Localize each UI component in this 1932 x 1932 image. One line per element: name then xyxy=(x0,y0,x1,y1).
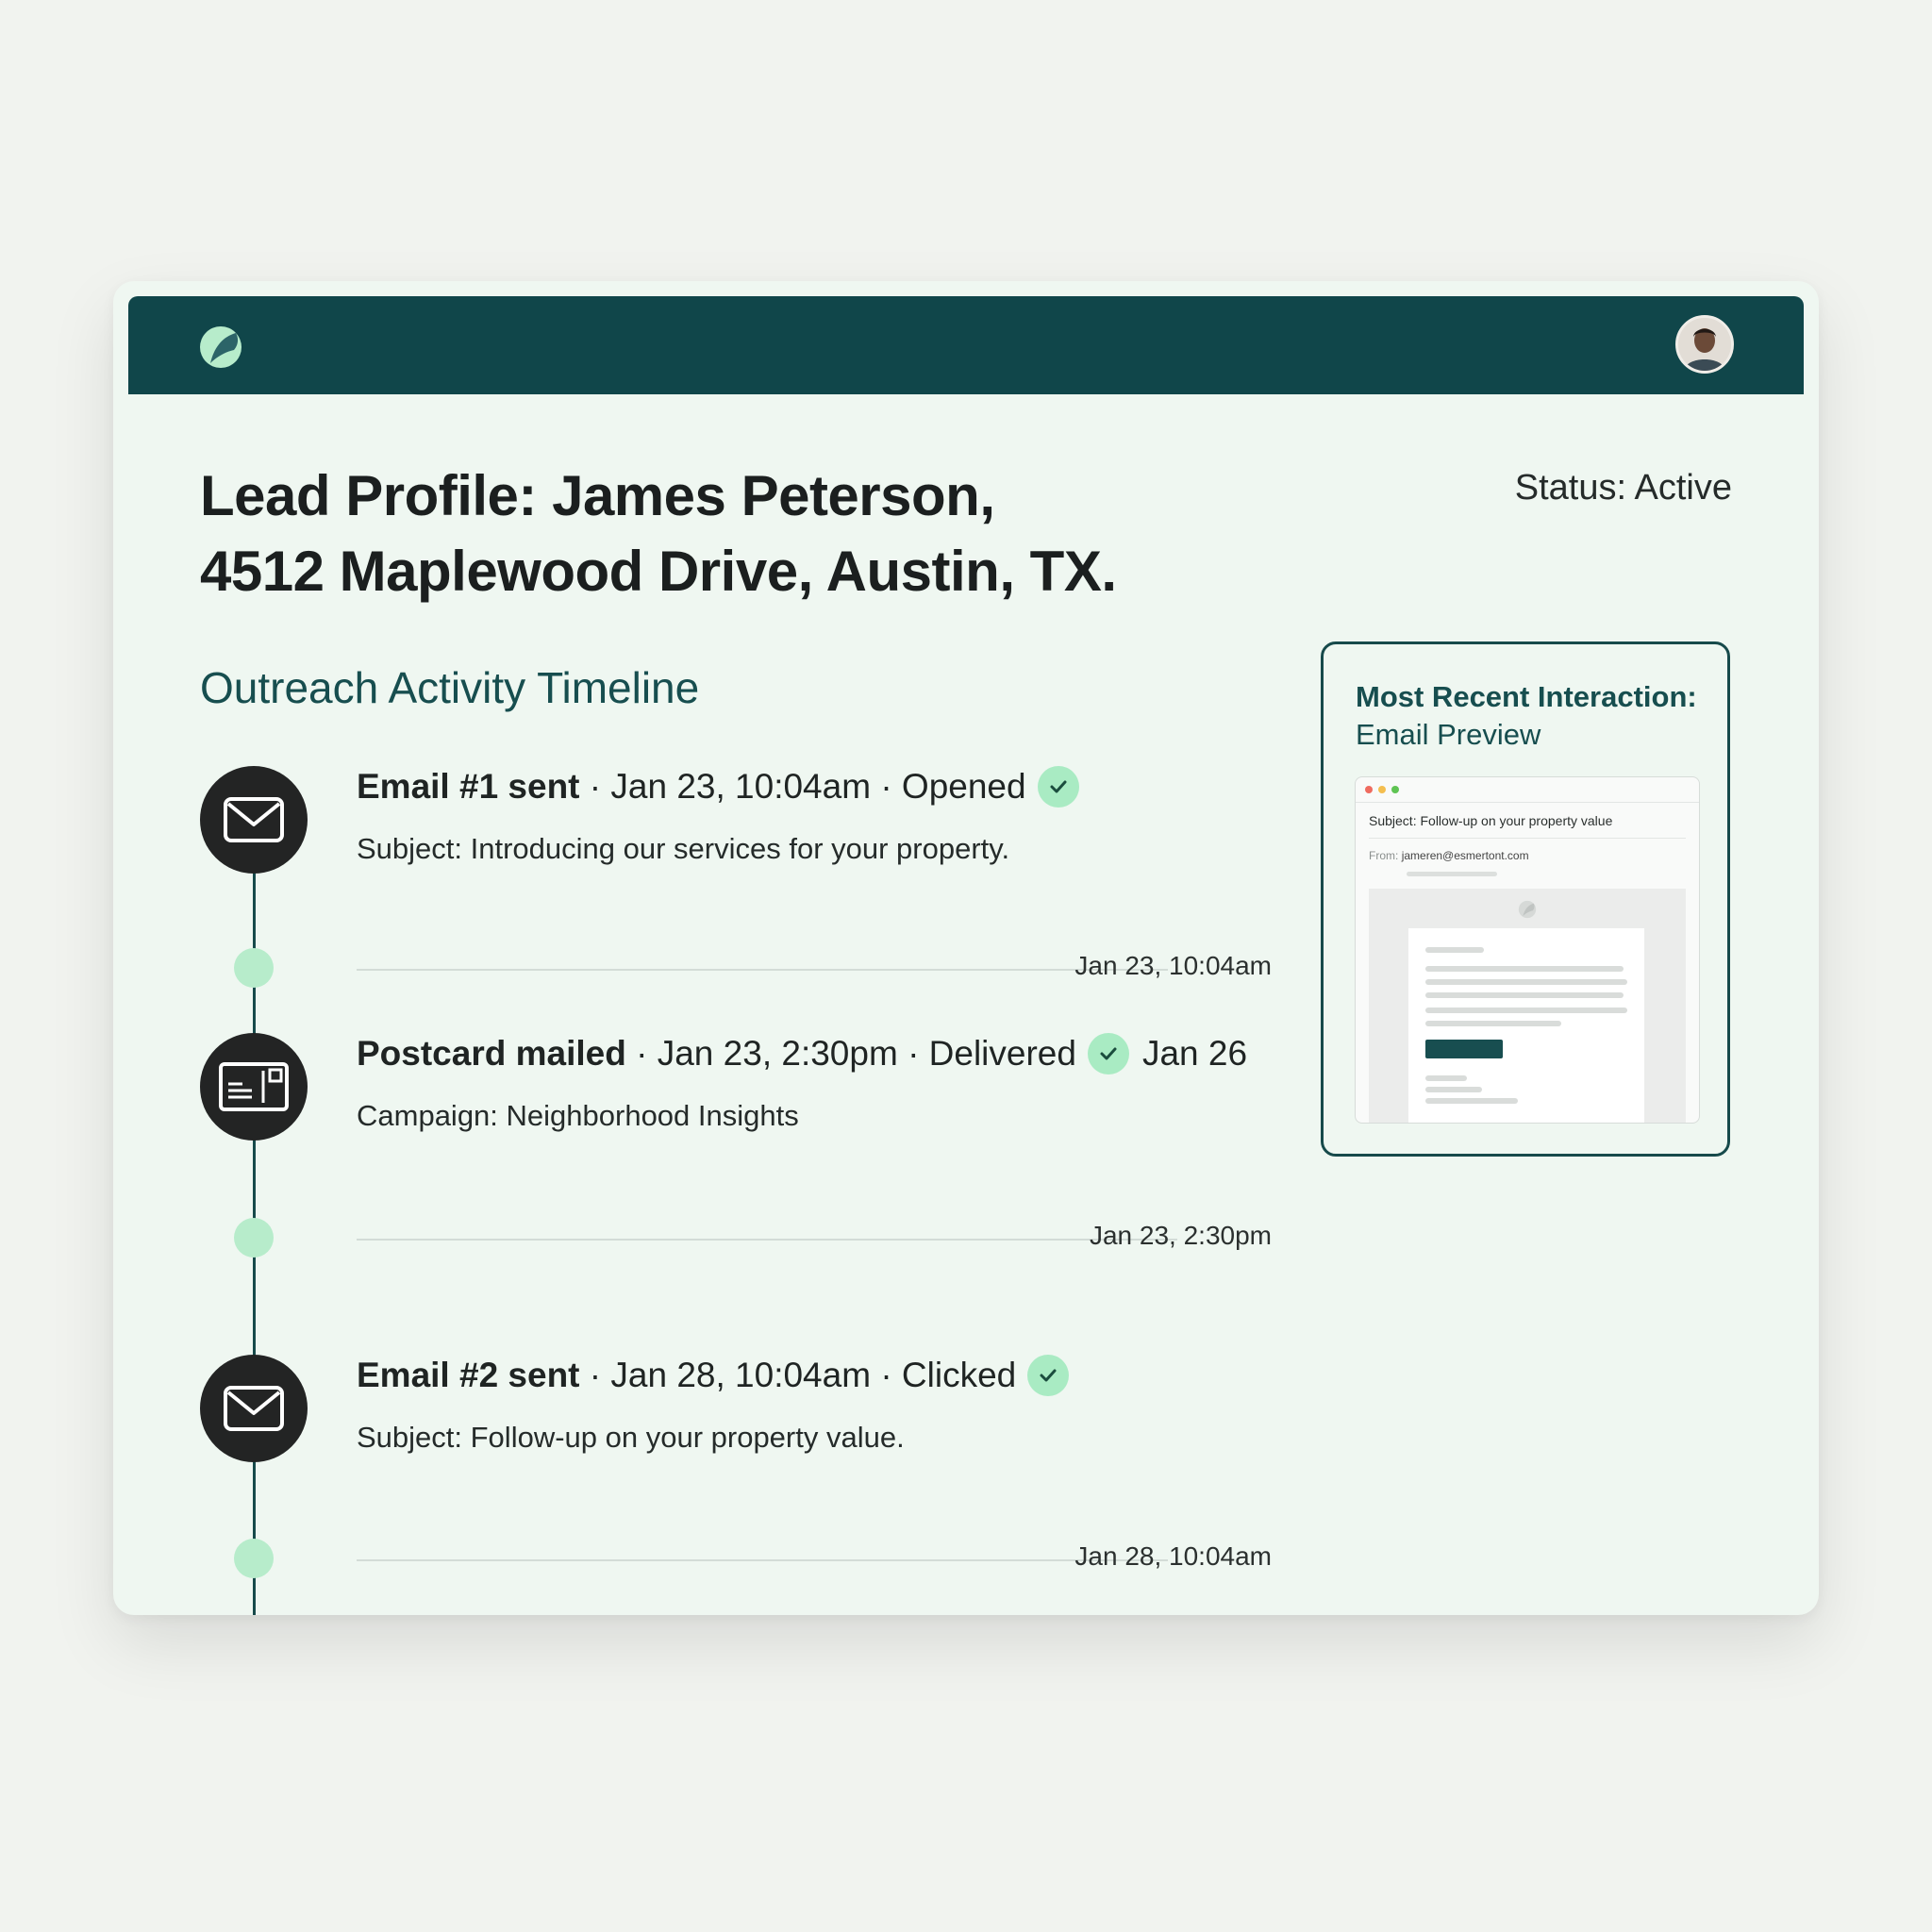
event-3-timestamp: Jan 28, 10:04am xyxy=(1074,1541,1272,1571)
event-2-timestamp: Jan 23, 2:30pm xyxy=(1089,1221,1272,1250)
event-1-timestamp: Jan 23, 10:04am xyxy=(1074,951,1272,980)
check-icon xyxy=(1087,1033,1129,1074)
email-body xyxy=(1369,889,1686,1123)
envelope-icon xyxy=(200,766,308,874)
timeline-divider xyxy=(357,1559,1168,1561)
preview-title: Most Recent Interaction: xyxy=(1356,680,1697,713)
status-label: Status: Active xyxy=(1514,468,1732,508)
email-preview-thumbnail[interactable]: Subject: Follow-up on your property valu… xyxy=(1355,776,1700,1124)
event-3-title: Email #2 sent xyxy=(357,1356,580,1394)
event-3-meta: · Jan 28, 10:04am · Clicked xyxy=(579,1356,1017,1394)
event-1-subject: Subject: Introducing our services for yo… xyxy=(357,832,1010,865)
timeline-line xyxy=(253,809,256,1615)
page-title-line-2: 4512 Maplewood Drive, Austin, TX. xyxy=(200,540,1117,603)
event-2-campaign: Campaign: Neighborhood Insights xyxy=(357,1099,799,1132)
envelope-icon xyxy=(200,1355,308,1462)
timeline-dot xyxy=(234,1218,274,1257)
timeline-divider xyxy=(357,1239,1177,1241)
event-2-meta: · Jan 23, 2:30pm · Delivered xyxy=(625,1034,1076,1073)
from-label: From: xyxy=(1369,849,1399,862)
timeline-divider xyxy=(357,969,1168,971)
recent-interaction-card[interactable]: Most Recent Interaction: Email Preview S… xyxy=(1321,641,1730,1157)
event-2-delivered-date: Jan 26 xyxy=(1141,1034,1248,1073)
preview-subtitle: Email Preview xyxy=(1356,718,1541,751)
postcard-icon xyxy=(200,1033,308,1141)
main-card: Lead Profile: James Peterson, 4512 Maple… xyxy=(113,281,1819,1615)
leaf-logo-icon xyxy=(1518,900,1537,919)
cta-button xyxy=(1425,1040,1503,1058)
email-subject: Subject: Follow-up on your property valu… xyxy=(1369,813,1613,828)
event-3-subject: Subject: Follow-up on your property valu… xyxy=(357,1421,905,1454)
timeline-title: Outreach Activity Timeline xyxy=(200,663,700,712)
check-icon xyxy=(1027,1355,1070,1396)
event-1-meta: · Jan 23, 10:04am · Opened xyxy=(579,767,1026,806)
from-address: jameren@esmertont.com xyxy=(1401,849,1529,862)
timeline-dot xyxy=(234,1539,274,1578)
top-navigation-bar xyxy=(128,296,1804,394)
window-controls xyxy=(1365,786,1399,793)
check-icon xyxy=(1037,766,1079,808)
leaf-logo-icon[interactable] xyxy=(198,325,243,370)
page-title: Lead Profile: James Peterson, 4512 Maple… xyxy=(200,458,1238,609)
page-title-line-1: Lead Profile: James Peterson, xyxy=(200,464,995,527)
timeline-event-2-header: Postcard mailed · Jan 23, 2:30pm · Deliv… xyxy=(357,1033,1247,1074)
timeline-dot xyxy=(234,948,274,988)
event-1-title: Email #1 sent xyxy=(357,767,580,806)
timeline-event-3-header: Email #2 sent · Jan 28, 10:04am · Clicke… xyxy=(357,1355,1070,1396)
user-avatar[interactable] xyxy=(1675,315,1734,374)
event-2-title: Postcard mailed xyxy=(357,1034,626,1073)
timeline-event-1-header: Email #1 sent · Jan 23, 10:04am · Opened xyxy=(357,766,1079,808)
email-from: From: jameren@esmertont.com xyxy=(1369,849,1529,862)
